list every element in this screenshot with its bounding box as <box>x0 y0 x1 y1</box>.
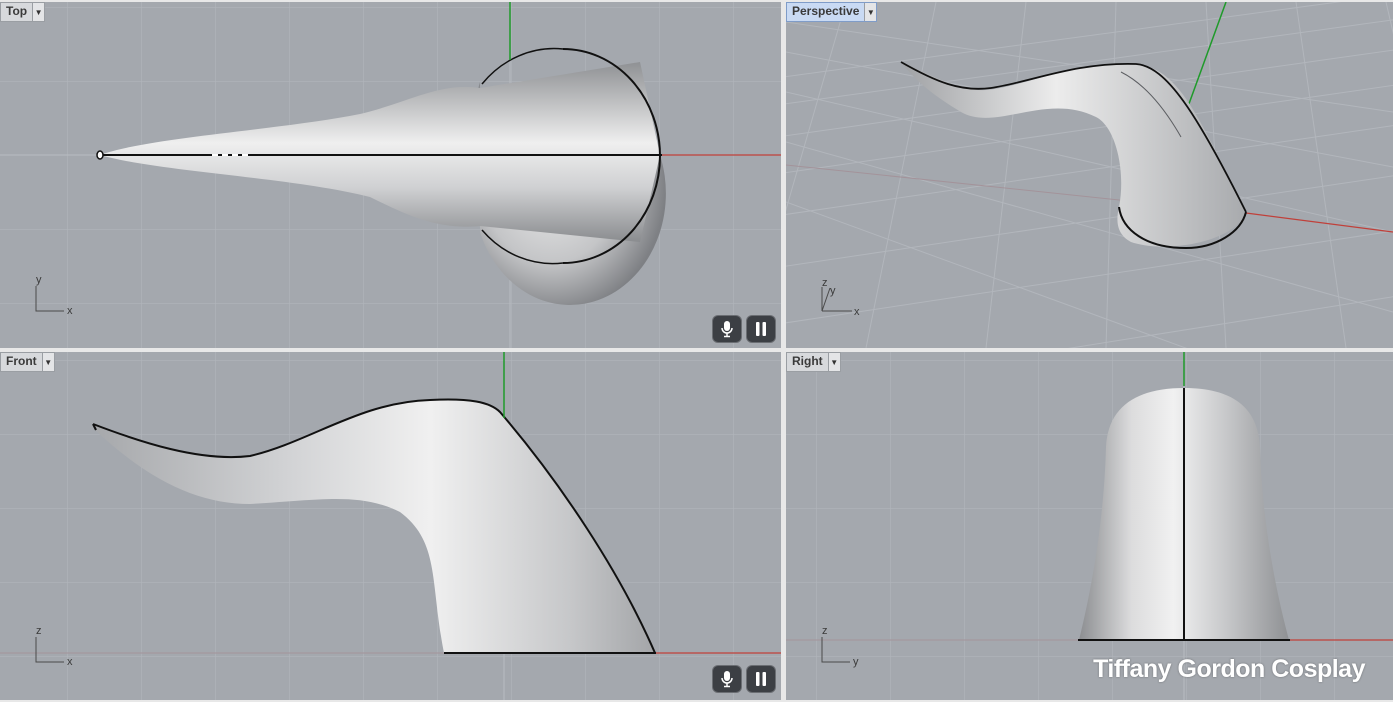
microphone-icon <box>721 671 733 688</box>
svg-text:z: z <box>822 277 828 289</box>
triangle-down-icon[interactable]: ▼ <box>827 353 840 371</box>
triangle-down-icon[interactable]: ▼ <box>864 3 877 21</box>
viewport-top[interactable]: y x Top ▼ <box>0 2 781 348</box>
svg-text:x: x <box>67 305 73 317</box>
viewport-right[interactable]: z y Right ▼ <box>786 352 1393 700</box>
svg-text:x: x <box>67 656 73 668</box>
svg-text:y: y <box>853 656 859 668</box>
svg-text:y: y <box>830 285 836 297</box>
viewport-title: Top <box>6 4 28 18</box>
viewport-label-front[interactable]: Front ▼ <box>0 352 55 372</box>
pause-button[interactable] <box>747 316 775 342</box>
microphone-button[interactable] <box>713 316 741 342</box>
viewport-title: Right <box>792 354 823 368</box>
front-scene: z x <box>0 352 781 700</box>
svg-text:x: x <box>854 306 860 318</box>
triangle-down-icon[interactable]: ▼ <box>32 3 45 21</box>
watermark-text: Tiffany Gordon Cosplay <box>1093 655 1365 683</box>
triangle-down-icon[interactable]: ▼ <box>41 353 54 371</box>
right-scene: z y <box>786 352 1393 700</box>
perspective-scene: z y x <box>786 2 1393 348</box>
top-scene: y x <box>0 2 781 348</box>
viewport-title: Perspective <box>792 4 860 18</box>
microphone-button[interactable] <box>713 666 741 692</box>
viewport-perspective[interactable]: z y x Perspective ▼ <box>786 2 1393 348</box>
microphone-icon <box>721 321 733 338</box>
y-axis-line <box>1185 2 1227 113</box>
viewport-label-top[interactable]: Top ▼ <box>0 2 46 22</box>
axis-indicator: z y x <box>821 277 860 318</box>
viewport-title: Front <box>6 354 37 368</box>
svg-text:y: y <box>36 274 42 286</box>
viewport-label-perspective[interactable]: Perspective ▼ <box>786 2 878 22</box>
pause-icon <box>756 322 766 336</box>
svg-text:z: z <box>36 625 42 637</box>
viewport-label-right[interactable]: Right ▼ <box>786 352 841 372</box>
svg-text:z: z <box>822 625 828 637</box>
viewport-front[interactable]: z x Front ▼ <box>0 352 781 700</box>
x-axis-line <box>1245 212 1393 233</box>
pause-icon <box>756 672 766 686</box>
pause-button[interactable] <box>747 666 775 692</box>
